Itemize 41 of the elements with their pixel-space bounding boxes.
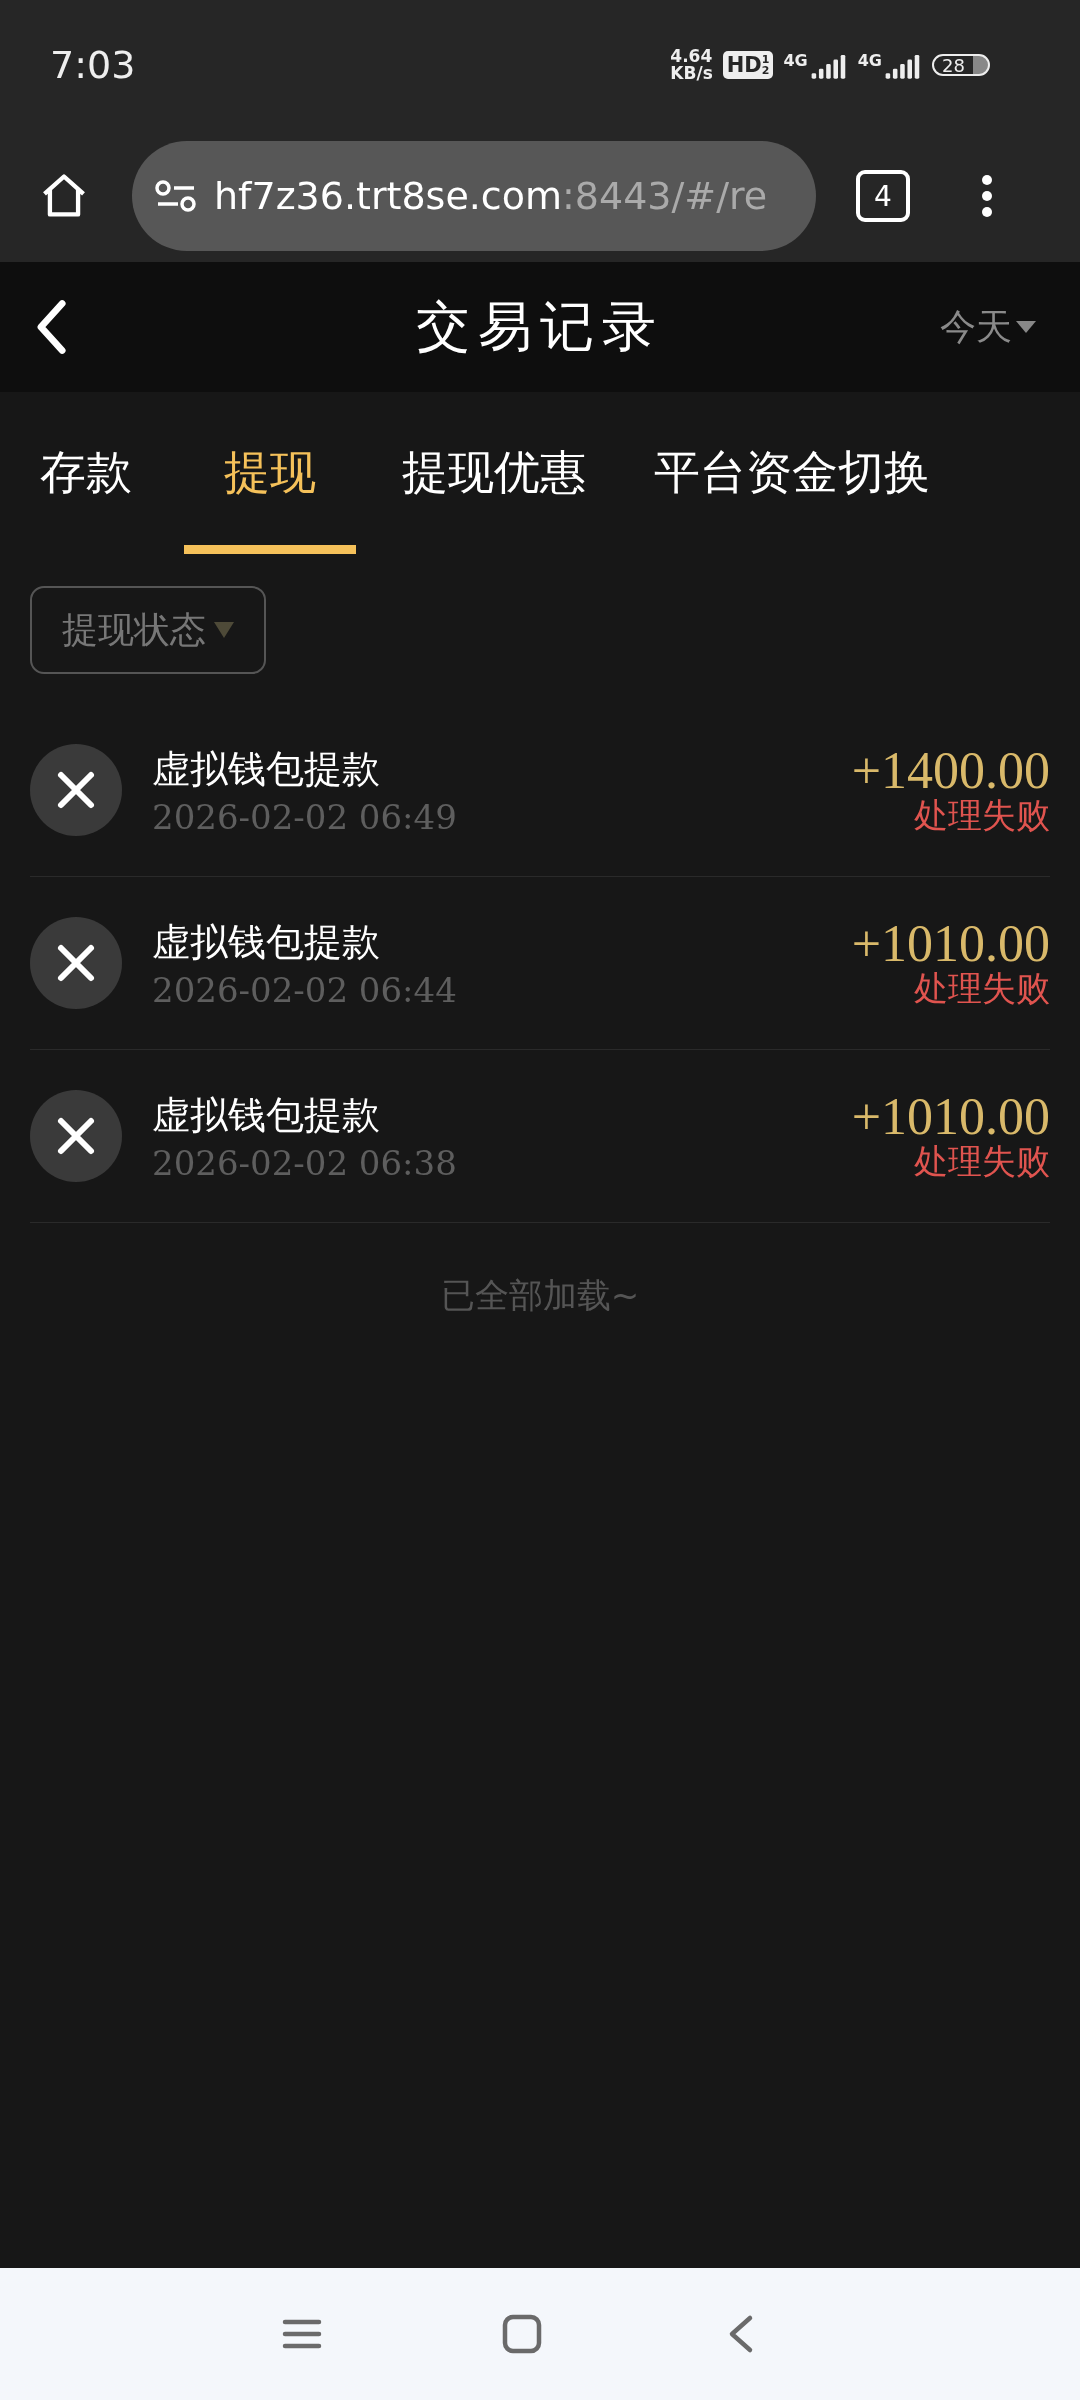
date-filter-dropdown[interactable]: 今天 [940,302,1036,352]
end-of-list-text: 已全部加载~ [439,1274,641,1317]
transaction-status: 处理失败 [914,1143,1050,1181]
clock-time: 7:03 [50,43,136,87]
caret-icon [1016,321,1036,333]
network-type-label: 4G [857,51,882,70]
failed-icon [30,917,122,1009]
failed-icon [30,1090,122,1182]
category-tab[interactable]: 存款 [40,392,132,554]
network-speed-unit: KB/s [670,65,713,82]
transaction-title: 虚拟钱包提款 [152,918,381,966]
transaction-amount: +1010.00 [851,1091,1050,1144]
transaction-title: 虚拟钱包提款 [152,745,381,793]
transaction-status: 处理失败 [914,797,1050,835]
url-text: hf7z36.trt8se.com:8443/#/re [214,174,768,218]
transaction-amount: +1010.00 [851,918,1050,971]
transaction-time: 2026-02-02 06:44 [152,969,457,1010]
more-menu-icon[interactable] [980,172,994,220]
transaction-row[interactable]: 虚拟钱包提款 2026-02-02 06:44 +1010.00 处理失败 [30,877,1050,1050]
site-settings-icon[interactable] [154,178,198,214]
transaction-row[interactable]: 虚拟钱包提款 2026-02-02 06:49 +1400.00 处理失败 [30,704,1050,877]
transaction-amount: +1400.00 [851,745,1050,798]
caret-icon [214,622,234,638]
network-speed-value: 4.64 [670,48,713,65]
home-square-icon[interactable] [502,2314,542,2354]
transaction-time: 2026-02-02 06:38 [152,1142,457,1183]
tab-count-button[interactable]: 4 [856,170,910,222]
transaction-row[interactable]: 虚拟钱包提款 2026-02-02 06:38 +1010.00 处理失败 [30,1050,1050,1223]
transaction-time: 2026-02-02 06:49 [152,796,457,837]
address-bar[interactable]: hf7z36.trt8se.com:8443/#/re [132,141,816,251]
failed-icon [30,744,122,836]
transaction-title: 虚拟钱包提款 [152,1091,381,1139]
category-tab[interactable]: 提现 [184,392,356,554]
transaction-status: 处理失败 [914,970,1050,1008]
page-title: 交易记录 [416,293,664,360]
status-filter-dropdown[interactable]: 提现状态 [30,586,266,674]
back-icon[interactable] [34,299,68,355]
battery-icon: 28 [932,54,990,76]
category-tab[interactable]: 平台资金切换 [654,392,930,554]
category-tab[interactable]: 提现优惠 [402,392,586,554]
network-type-label: 4G [783,51,808,70]
